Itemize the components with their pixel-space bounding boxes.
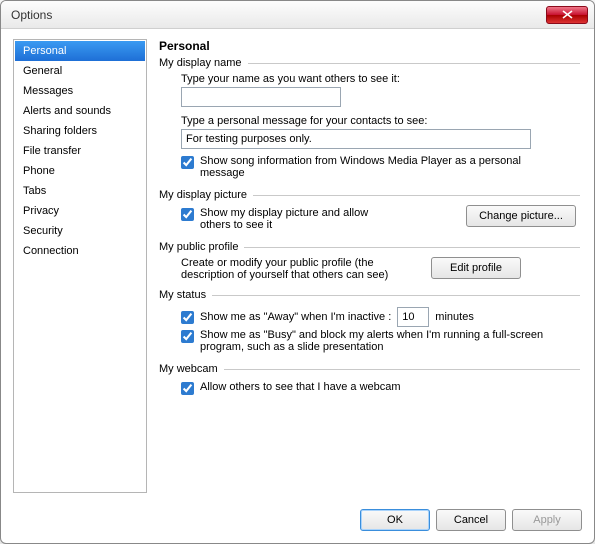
sidebar-item-security[interactable]: Security <box>15 221 145 241</box>
webcam-label: Allow others to see that I have a webcam <box>200 381 401 393</box>
song-info-label: Show song information from Windows Media… <box>200 155 550 179</box>
sidebar-item-alerts-and-sounds[interactable]: Alerts and sounds <box>15 101 145 121</box>
sidebar-item-personal[interactable]: Personal <box>15 41 145 61</box>
personal-message-input[interactable] <box>181 129 531 149</box>
sidebar-item-label: Messages <box>23 85 73 97</box>
sidebar-item-label: Sharing folders <box>23 125 97 137</box>
group-label: My webcam <box>159 363 224 375</box>
sidebar-item-messages[interactable]: Messages <box>15 81 145 101</box>
song-info-checkbox[interactable] <box>181 156 194 169</box>
sidebar-item-general[interactable]: General <box>15 61 145 81</box>
change-picture-button[interactable]: Change picture... <box>466 205 576 227</box>
group-display-picture: My display picture Show my display pictu… <box>159 189 580 235</box>
show-picture-label: Show my display picture and allow others… <box>200 207 400 231</box>
footer: OK Cancel Apply <box>1 501 594 543</box>
display-name-input[interactable] <box>181 87 341 107</box>
sidebar-item-tabs[interactable]: Tabs <box>15 181 145 201</box>
sidebar-item-label: Privacy <box>23 205 59 217</box>
away-suffix: minutes <box>435 311 474 323</box>
body: Personal General Messages Alerts and sou… <box>1 29 594 501</box>
sidebar-item-label: Personal <box>23 45 66 57</box>
group-rule <box>212 295 580 296</box>
sidebar: Personal General Messages Alerts and sou… <box>13 39 147 493</box>
name-prompt: Type your name as you want others to see… <box>181 73 576 85</box>
group-label: My display picture <box>159 189 253 201</box>
content-panel: Personal My display name Type your name … <box>155 39 582 493</box>
sidebar-item-label: File transfer <box>23 145 81 157</box>
away-prefix: Show me as "Away" when I'm inactive : <box>200 311 391 323</box>
close-icon <box>562 10 573 19</box>
sidebar-item-label: General <box>23 65 62 77</box>
group-label: My display name <box>159 57 248 69</box>
ok-button[interactable]: OK <box>360 509 430 531</box>
group-label: My public profile <box>159 241 244 253</box>
sidebar-item-privacy[interactable]: Privacy <box>15 201 145 221</box>
webcam-checkbox[interactable] <box>181 382 194 395</box>
sidebar-item-label: Alerts and sounds <box>23 105 111 117</box>
show-picture-checkbox[interactable] <box>181 208 194 221</box>
apply-button[interactable]: Apply <box>512 509 582 531</box>
sidebar-item-label: Security <box>23 225 63 237</box>
sidebar-item-label: Connection <box>23 245 79 257</box>
busy-label: Show me as "Busy" and block my alerts wh… <box>200 329 550 353</box>
sidebar-item-label: Phone <box>23 165 55 177</box>
sidebar-item-label: Tabs <box>23 185 46 197</box>
sidebar-item-phone[interactable]: Phone <box>15 161 145 181</box>
message-prompt: Type a personal message for your contact… <box>181 115 576 127</box>
group-public-profile: My public profile Create or modify your … <box>159 241 580 283</box>
group-rule <box>224 369 580 370</box>
away-minutes-input[interactable] <box>397 307 429 327</box>
public-profile-description: Create or modify your public profile (th… <box>181 257 421 281</box>
group-webcam: My webcam Allow others to see that I hav… <box>159 363 580 399</box>
group-rule <box>248 63 580 64</box>
cancel-button[interactable]: Cancel <box>436 509 506 531</box>
options-window: Options Personal General Messages Alerts… <box>0 0 595 544</box>
sidebar-item-file-transfer[interactable]: File transfer <box>15 141 145 161</box>
sidebar-item-connection[interactable]: Connection <box>15 241 145 261</box>
window-title: Options <box>11 8 546 22</box>
group-label: My status <box>159 289 212 301</box>
group-rule <box>253 195 580 196</box>
sidebar-item-sharing-folders[interactable]: Sharing folders <box>15 121 145 141</box>
edit-profile-button[interactable]: Edit profile <box>431 257 521 279</box>
group-status: My status Show me as "Away" when I'm ina… <box>159 289 580 357</box>
group-rule <box>244 247 580 248</box>
titlebar: Options <box>1 1 594 29</box>
group-display-name: My display name Type your name as you wa… <box>159 57 580 183</box>
close-button[interactable] <box>546 6 588 24</box>
busy-checkbox[interactable] <box>181 330 194 343</box>
away-checkbox[interactable] <box>181 311 194 324</box>
content-heading: Personal <box>155 39 582 53</box>
